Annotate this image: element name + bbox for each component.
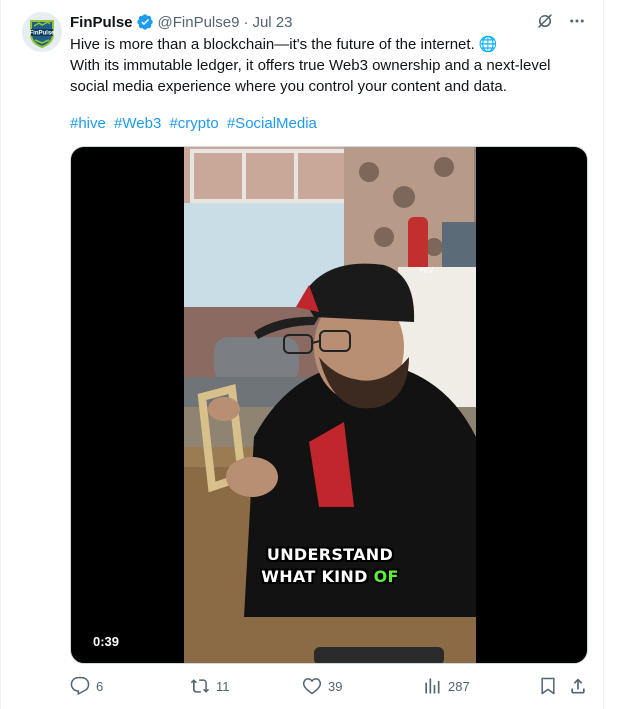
repost-icon <box>190 676 210 696</box>
tweet-date[interactable]: Jul 23 <box>252 14 292 31</box>
right-border <box>603 0 604 709</box>
tweet[interactable]: FinPulse FinPulse @FinPulse9 · Jul 23 Hi… <box>0 0 622 709</box>
hashtag-hive[interactable]: #hive <box>70 115 106 132</box>
caption-highlight: OF <box>373 567 399 586</box>
video-caption-line-2: WHAT KIND OF <box>184 567 476 586</box>
verified-badge-icon <box>136 13 154 31</box>
finpulse-logo: FinPulse <box>22 12 62 52</box>
video-player[interactable]: HIV UNDERSTAND WHAT KIND OF 0:39 <box>70 146 588 664</box>
video-still: HIV <box>184 147 476 663</box>
video-frame[interactable]: HIV UNDERSTAND WHAT KIND OF <box>184 147 476 663</box>
bookmark-icon <box>538 676 558 696</box>
repost-button[interactable]: 11 <box>190 676 230 696</box>
extinguisher-text: HIV <box>420 266 434 275</box>
bookmark-button[interactable] <box>538 676 558 696</box>
separator-dot: · <box>243 13 249 31</box>
left-border <box>0 0 1 709</box>
caption-text: WHAT KIND <box>261 567 374 586</box>
views-button[interactable]: 287 <box>422 676 470 696</box>
like-count: 39 <box>328 678 343 694</box>
grok-icon[interactable] <box>536 12 554 30</box>
share-button[interactable] <box>568 676 588 696</box>
video-duration: 0:39 <box>89 633 124 650</box>
reply-count: 6 <box>96 678 104 694</box>
avatar-text: FinPulse <box>29 31 55 37</box>
views-icon <box>422 676 442 696</box>
hashtag-web3[interactable]: #Web3 <box>114 115 161 132</box>
avatar[interactable]: FinPulse <box>22 12 62 52</box>
hashtags: #hive #Web3 #crypto #SocialMedia <box>70 113 321 134</box>
tweet-header: FinPulse @FinPulse9 · Jul 23 <box>70 12 292 32</box>
more-icon[interactable] <box>568 12 586 30</box>
tweet-text-line-1: Hive is more than a blockchain—it's the … <box>70 36 498 53</box>
tweet-text-line-2: With its immutable ledger, it offers tru… <box>70 57 551 95</box>
author-handle[interactable]: @FinPulse9 <box>158 14 240 31</box>
repost-count: 11 <box>216 678 230 694</box>
reply-button[interactable]: 6 <box>70 676 103 696</box>
like-button[interactable]: 39 <box>302 676 342 696</box>
like-icon <box>302 676 322 696</box>
video-caption-line-1: UNDERSTAND <box>266 545 394 564</box>
reply-icon <box>70 676 90 696</box>
action-bar: 6 11 39 287 <box>70 676 590 698</box>
hashtag-crypto[interactable]: #crypto <box>169 115 218 132</box>
author-name[interactable]: FinPulse <box>70 14 133 31</box>
share-icon <box>568 676 588 696</box>
hashtag-socialmedia[interactable]: #SocialMedia <box>227 115 317 132</box>
view-count: 287 <box>448 678 470 694</box>
tweet-text: Hive is more than a blockchain—it's the … <box>70 34 590 97</box>
header-actions <box>536 12 586 30</box>
